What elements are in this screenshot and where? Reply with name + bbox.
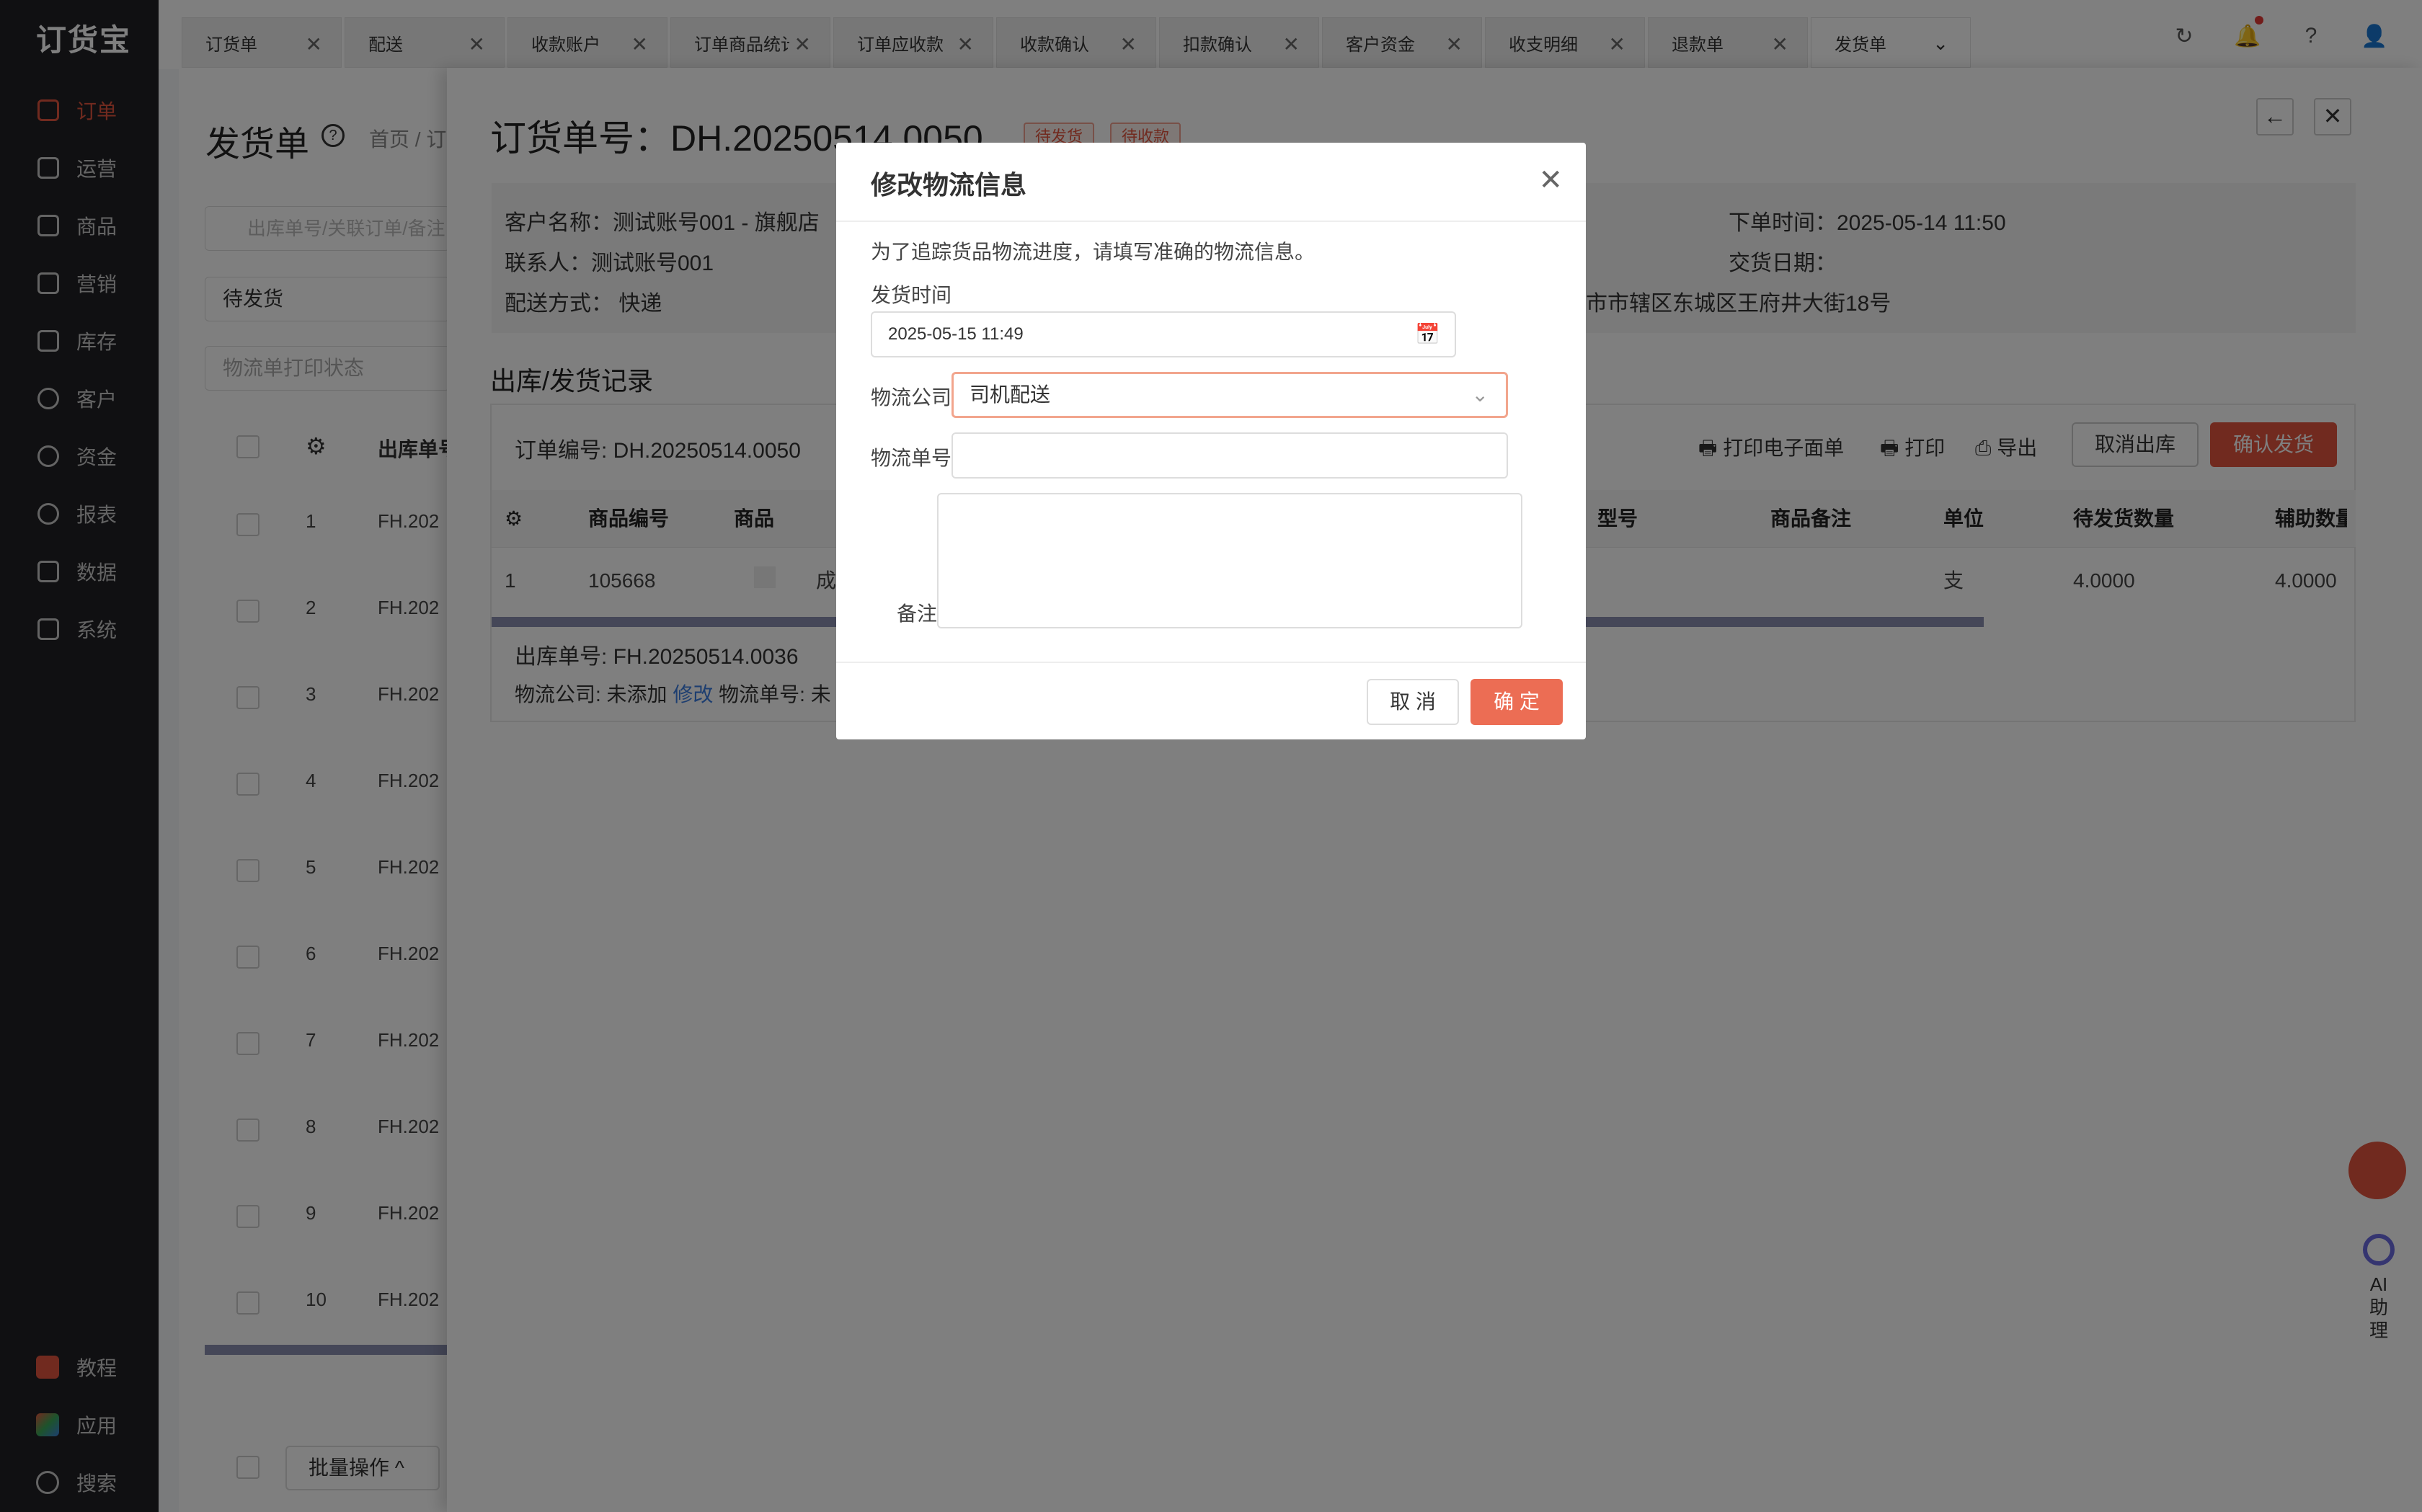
modal-title: 修改物流信息 xyxy=(871,170,1027,200)
confirm-button[interactable]: 确 定 xyxy=(1470,679,1563,725)
company-value: 司机配送 xyxy=(970,383,1051,406)
remark-textarea[interactable] xyxy=(937,493,1522,628)
ship-time-label: 发货时间 xyxy=(871,284,952,306)
ship-time-value: 2025-05-15 11:49 xyxy=(888,324,1024,344)
tracking-label: 物流单号 xyxy=(871,447,952,469)
ship-time-input[interactable]: 2025-05-15 11:49 📅 xyxy=(871,311,1456,357)
remark-label: 备注 xyxy=(897,602,938,625)
modal-divider xyxy=(836,662,1586,663)
modal-hint: 为了追踪货品物流进度，请填写准确的物流信息。 xyxy=(871,241,1316,263)
logistics-company-select[interactable]: 司机配送 ⌄ xyxy=(952,372,1508,418)
calendar-icon[interactable]: 📅 xyxy=(1415,313,1440,356)
company-label: 物流公司 xyxy=(871,386,952,409)
logistics-modal: 修改物流信息 ✕ 为了追踪货品物流进度，请填写准确的物流信息。 发货时间 202… xyxy=(836,143,1586,739)
tracking-number-input[interactable] xyxy=(952,432,1508,479)
cancel-button[interactable]: 取 消 xyxy=(1367,679,1459,725)
modal-header: 修改物流信息 ✕ xyxy=(836,143,1586,222)
close-icon[interactable]: ✕ xyxy=(1538,164,1563,196)
chevron-down-icon: ⌄ xyxy=(1471,383,1489,406)
